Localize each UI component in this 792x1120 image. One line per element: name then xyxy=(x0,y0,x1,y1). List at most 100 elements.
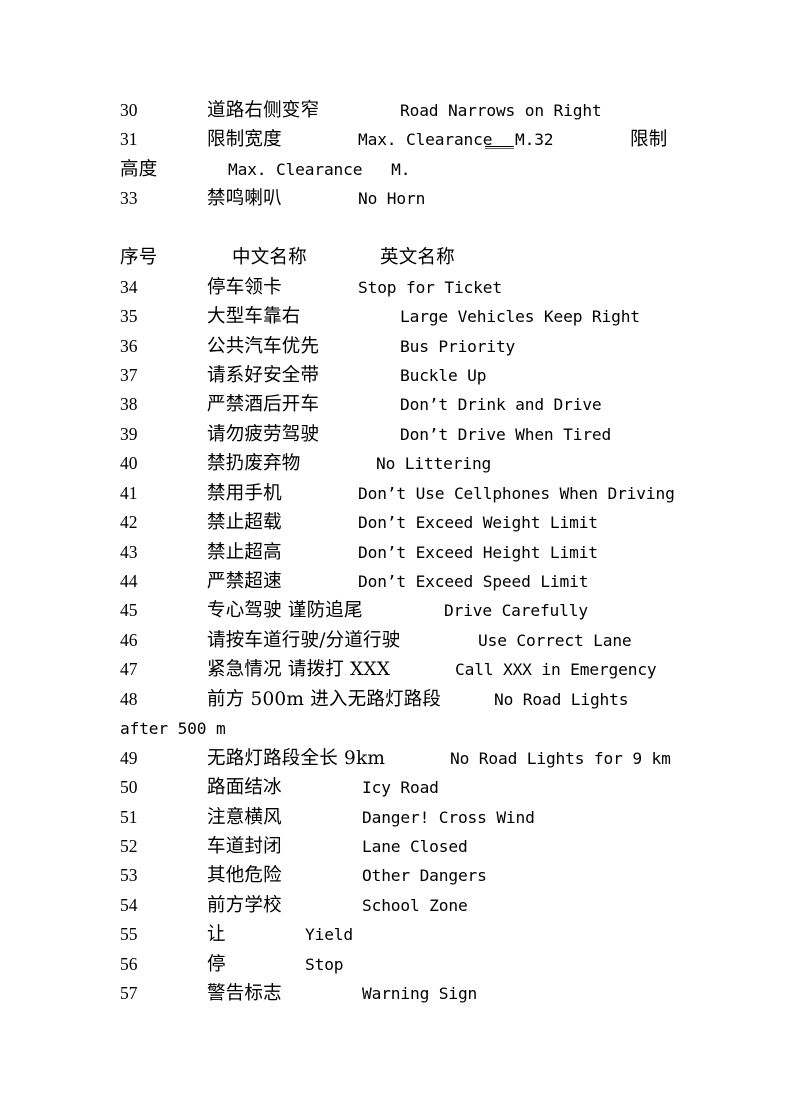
fill-in-blank: ___ xyxy=(485,130,514,150)
row-english: Danger! Cross Wind xyxy=(362,807,535,827)
row-english: Large Vehicles Keep Right xyxy=(400,307,640,327)
row-english: Bus Priority xyxy=(400,336,516,356)
row-chinese: 注意横风 xyxy=(207,806,282,828)
row-english: School Zone xyxy=(362,895,468,915)
table-row: 53 其他危险 Other Dangers xyxy=(0,861,792,890)
table-row: 45 专心驾驶 谨防追尾 Drive Carefully xyxy=(0,596,792,625)
row-english: No Road Lights for 9 km xyxy=(450,748,671,768)
row-index: 34 xyxy=(120,276,138,297)
row-english: Max. Clearance xyxy=(358,130,493,150)
row-chinese: 其他危险 xyxy=(207,865,282,887)
row-chinese: 专心驾驶 谨防追尾 xyxy=(207,600,363,622)
column-header-english: 英文名称 xyxy=(380,247,455,269)
table-row: 36 公共汽车优先 Bus Priority xyxy=(0,332,792,361)
row-english: Icy Road xyxy=(362,778,439,798)
row-chinese: 禁止超载 xyxy=(207,512,282,534)
table-row: 38 严禁酒后开车 Don’t Drink and Drive xyxy=(0,390,792,419)
row-chinese: 停 xyxy=(207,953,226,975)
row-index: 33 xyxy=(120,188,138,209)
table-row-continuation: 高度 Max. Clearance M. xyxy=(0,155,792,184)
row-english: Yield xyxy=(305,925,353,945)
row-english: Don’t Use Cellphones When Driving xyxy=(358,483,675,503)
table-row: 49 无路灯路段全长 9km No Road Lights for 9 km xyxy=(0,744,792,773)
table-row: 43 禁止超高 Don’t Exceed Height Limit xyxy=(0,538,792,567)
row-chinese: 紧急情况 请拨打 XXX xyxy=(207,659,391,681)
row-index: 53 xyxy=(120,865,138,886)
row-english: No Road Lights xyxy=(494,689,629,709)
continuation-chinese: 高度 xyxy=(120,158,158,180)
row-index: 56 xyxy=(120,953,138,974)
row-chinese: 限制宽度 xyxy=(207,129,282,151)
table-row: 42 禁止超载 Don’t Exceed Weight Limit xyxy=(0,508,792,537)
row-english: Road Narrows on Right xyxy=(400,101,602,120)
row-chinese: 请系好安全带 xyxy=(207,364,320,386)
row-chinese: 请勿疲劳驾驶 xyxy=(207,423,320,445)
table-row: 39 请勿疲劳驾驶 Don’t Drive When Tired xyxy=(0,420,792,449)
row-index: 37 xyxy=(120,364,138,385)
table-row: 41 禁用手机 Don’t Use Cellphones When Drivin… xyxy=(0,479,792,508)
row-index: 46 xyxy=(120,629,138,650)
row-english: Stop for Ticket xyxy=(358,277,502,297)
row-chinese: 道路右侧变窄 xyxy=(207,100,320,121)
table-row: 56 停 Stop xyxy=(0,950,792,979)
row-english: No Horn xyxy=(358,189,426,209)
row-english: Don’t Exceed Speed Limit xyxy=(358,572,589,591)
row-index: 39 xyxy=(120,423,138,444)
row-index: 52 xyxy=(120,835,138,856)
row-index: 38 xyxy=(120,394,138,415)
row-chinese: 警告标志 xyxy=(207,983,282,1005)
row-index: 31 xyxy=(120,129,138,150)
table-row: 48 前方 500m 进入无路灯路段 No Road Lights xyxy=(0,685,792,714)
table-row: 35 大型车靠右 Large Vehicles Keep Right xyxy=(0,302,792,331)
row-chinese: 禁止超高 xyxy=(207,541,282,563)
row-index: 44 xyxy=(120,571,138,591)
row-english: Don’t Drink and Drive xyxy=(400,395,602,415)
row-english: Lane Closed xyxy=(362,836,468,856)
row-english: Don’t Drive When Tired xyxy=(400,424,612,444)
table-row: 55 让 Yield xyxy=(0,920,792,949)
row-english: Use Correct Lane xyxy=(478,630,632,650)
row-index: 35 xyxy=(120,306,138,327)
table-row: 51 注意横风 Danger! Cross Wind xyxy=(0,803,792,832)
row-chinese: 禁鸣喇叭 xyxy=(207,188,282,210)
row-english: Drive Carefully xyxy=(444,601,588,621)
row-english: Don’t Exceed Height Limit xyxy=(358,542,598,562)
row-chinese: 禁用手机 xyxy=(207,482,282,504)
row-english: Stop xyxy=(305,954,344,974)
table-row: 57 警告标志 Warning Sign xyxy=(0,979,792,1008)
row-index: 49 xyxy=(120,747,138,768)
row-chinese: 无路灯路段全长 9km xyxy=(207,747,386,769)
column-header-index: 序号 xyxy=(120,247,158,269)
document-page: 30 道路右侧变窄 Road Narrows on Right 31 限制宽度 … xyxy=(0,0,792,1120)
row-index: 41 xyxy=(120,482,138,503)
table-row: 54 前方学校 School Zone xyxy=(0,891,792,920)
row-chinese: 禁扔废弃物 xyxy=(207,453,301,475)
table-row: 33 禁鸣喇叭 No Horn xyxy=(0,184,792,213)
row-index: 42 xyxy=(120,512,138,533)
row-chinese: 请按车道行驶/分道行驶 xyxy=(207,629,401,651)
row-chinese-trailing: 限制 xyxy=(630,129,668,151)
row-index: 36 xyxy=(120,335,138,356)
row-index: 43 xyxy=(120,541,138,562)
table-row: 47 紧急情况 请拨打 XXX Call XXX in Emergency xyxy=(0,655,792,684)
table-row: 44 严禁超速 Don’t Exceed Speed Limit xyxy=(0,567,792,596)
row-index: 40 xyxy=(120,453,138,474)
table-row-continuation: after 500 m xyxy=(0,714,792,743)
row-chinese: 前方学校 xyxy=(207,894,282,916)
row-chinese: 让 xyxy=(207,924,226,946)
row-english: No Littering xyxy=(376,454,492,474)
row-english: Don’t Exceed Weight Limit xyxy=(358,513,598,533)
row-english: Warning Sign xyxy=(362,984,478,1004)
table-row: 52 车道封闭 Lane Closed xyxy=(0,832,792,861)
row-english: Buckle Up xyxy=(400,365,487,385)
row-chinese: 严禁超速 xyxy=(207,571,282,592)
row-english: Other Dangers xyxy=(362,866,487,886)
row-chinese: 大型车靠右 xyxy=(207,306,301,328)
table-row: 37 请系好安全带 Buckle Up xyxy=(0,361,792,390)
row-index: 57 xyxy=(120,983,138,1004)
table-row: 46 请按车道行驶/分道行驶 Use Correct Lane xyxy=(0,626,792,655)
row-index: 54 xyxy=(120,894,138,915)
table-row: 50 路面结冰 Icy Road xyxy=(0,773,792,802)
column-header-chinese: 中文名称 xyxy=(232,247,307,269)
table-header-row: 序号 中文名称 英文名称 xyxy=(0,243,792,272)
